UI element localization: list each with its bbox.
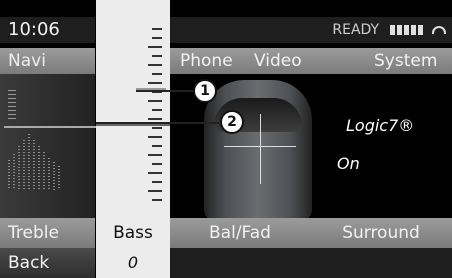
car-top-view-icon (204, 80, 312, 220)
level-meter-small (8, 90, 16, 122)
menu-item-phone[interactable]: Phone (180, 48, 233, 74)
menu-item-system[interactable]: System (374, 48, 437, 74)
bottom-row: Back 0 (0, 248, 452, 278)
top-menu: Phone Video System (170, 48, 452, 74)
callout-2-line (96, 122, 220, 124)
status-bar: READY (170, 17, 452, 43)
level-meter (8, 130, 64, 190)
callout-1-line (136, 90, 194, 92)
signal-strength-icon (389, 25, 424, 35)
menu-item-surround[interactable]: Surround (310, 218, 452, 248)
menu-item-treble[interactable]: Treble (0, 218, 95, 248)
bass-value: 0 (127, 253, 139, 272)
clock: 10:06 (0, 17, 95, 43)
back-button[interactable]: Back (0, 248, 95, 278)
level-meter-panel (0, 74, 100, 218)
menu-item-video[interactable]: Video (254, 48, 302, 74)
menu-item-bal-fad[interactable]: Bal/Fad (170, 218, 310, 248)
bottom-row-filler (170, 248, 452, 278)
sound-focus-crosshair-v (260, 114, 261, 184)
callout-2: 2 (220, 110, 244, 134)
callout-1: 1 (193, 79, 217, 103)
sound-mode-state: On (337, 154, 360, 173)
navi-button[interactable]: Navi (0, 48, 95, 74)
ready-label: READY (332, 22, 380, 38)
meter-divider (4, 126, 100, 128)
phone-handset-icon (432, 26, 446, 34)
bottom-menu: Treble Bass Bal/Fad Surround (0, 218, 452, 248)
sound-mode-label: Logic7® (346, 116, 415, 135)
menu-item-bass[interactable]: Bass (96, 218, 170, 248)
